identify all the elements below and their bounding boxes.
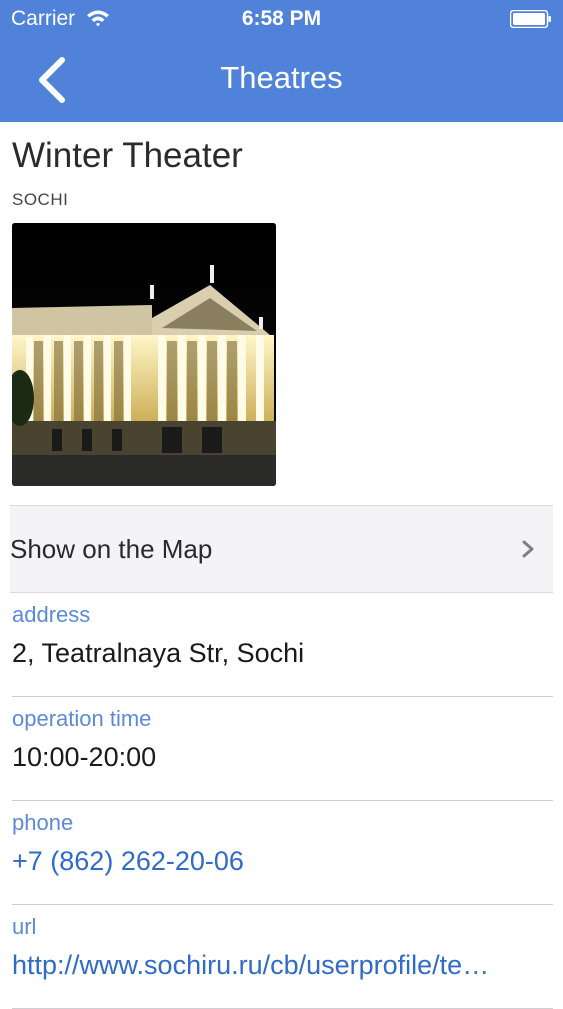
theater-name: Winter Theater: [12, 136, 243, 175]
show-on-map-label: Show on the Map: [10, 534, 213, 564]
status-bar: Carrier 6:58 PM: [0, 0, 563, 40]
nav-bar: Theatres: [0, 40, 563, 122]
operation-time-field: operation time 10:00-20:00: [12, 696, 553, 801]
battery-icon: [510, 10, 551, 28]
chevron-right-icon: [522, 540, 534, 558]
url-label: url: [12, 914, 37, 939]
url-field: url http://www.sochiru.ru/cb/userprofile…: [12, 904, 553, 1009]
status-time: 6:58 PM: [241, 7, 322, 30]
header: Carrier 6:58 PM Theatres: [0, 0, 563, 122]
phone-label: phone: [12, 810, 74, 835]
nav-title: Theatres: [220, 60, 343, 95]
address-label: address: [12, 602, 91, 627]
theater-city: SOCHI: [12, 190, 69, 209]
operation-time-value: 10:00-20:00: [12, 742, 157, 772]
url-link[interactable]: http://www.sochiru.ru/cb/userprofile/te…: [12, 950, 553, 981]
phone-field: phone +7 (862) 262-20-06: [12, 800, 553, 905]
show-on-map-button[interactable]: Show on the Map: [10, 505, 553, 593]
theater-photo: [12, 223, 276, 486]
operation-time-label: operation time: [12, 706, 152, 731]
phone-link[interactable]: +7 (862) 262-20-06: [12, 846, 553, 877]
address-field: address 2, Teatralnaya Str, Sochi: [12, 592, 553, 697]
address-value: 2, Teatralnaya Str, Sochi: [12, 638, 305, 668]
